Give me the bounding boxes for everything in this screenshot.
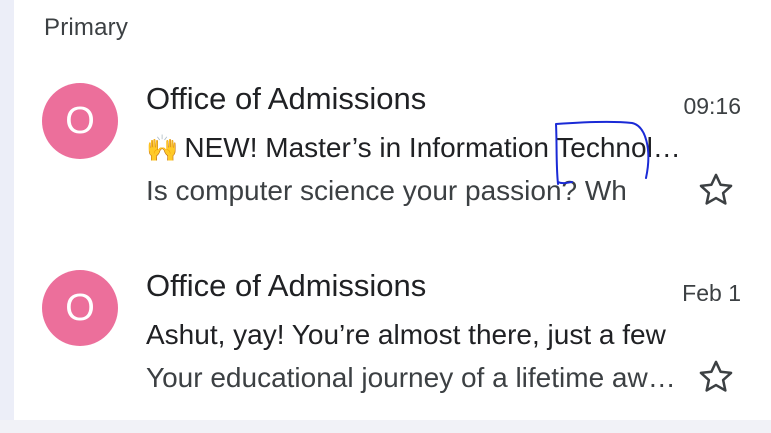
sender-avatar[interactable]: O [42,270,118,346]
section-label-primary: Primary [44,14,129,41]
sender-name: Office of Admissions [146,268,427,303]
email-row[interactable]: O Office of Admissions Feb 1 Ashut, yay!… [14,262,771,412]
inbox-panel: Primary O Office of Admissions 09:16 🙌 NE… [14,0,771,420]
hand-drawn-annotation [555,120,650,185]
bottom-strip [0,420,771,433]
email-time: 09:16 [683,93,741,119]
email-subject: Ashut, yay! You’re almost there, just a … [146,319,666,350]
star-icon[interactable] [697,358,735,396]
app-frame: Primary O Office of Admissions 09:16 🙌 NE… [0,0,771,433]
raising-hands-emoji-icon: 🙌 [146,133,179,163]
star-icon[interactable] [697,171,735,209]
sender-name: Office of Admissions [146,81,427,116]
email-row[interactable]: O Office of Admissions 09:16 🙌 NEW! Maste… [14,75,771,225]
sender-avatar[interactable]: O [42,83,118,159]
email-time: Feb 1 [682,280,741,306]
email-snippet: Your educational journey of a lifetime a… [146,362,676,393]
